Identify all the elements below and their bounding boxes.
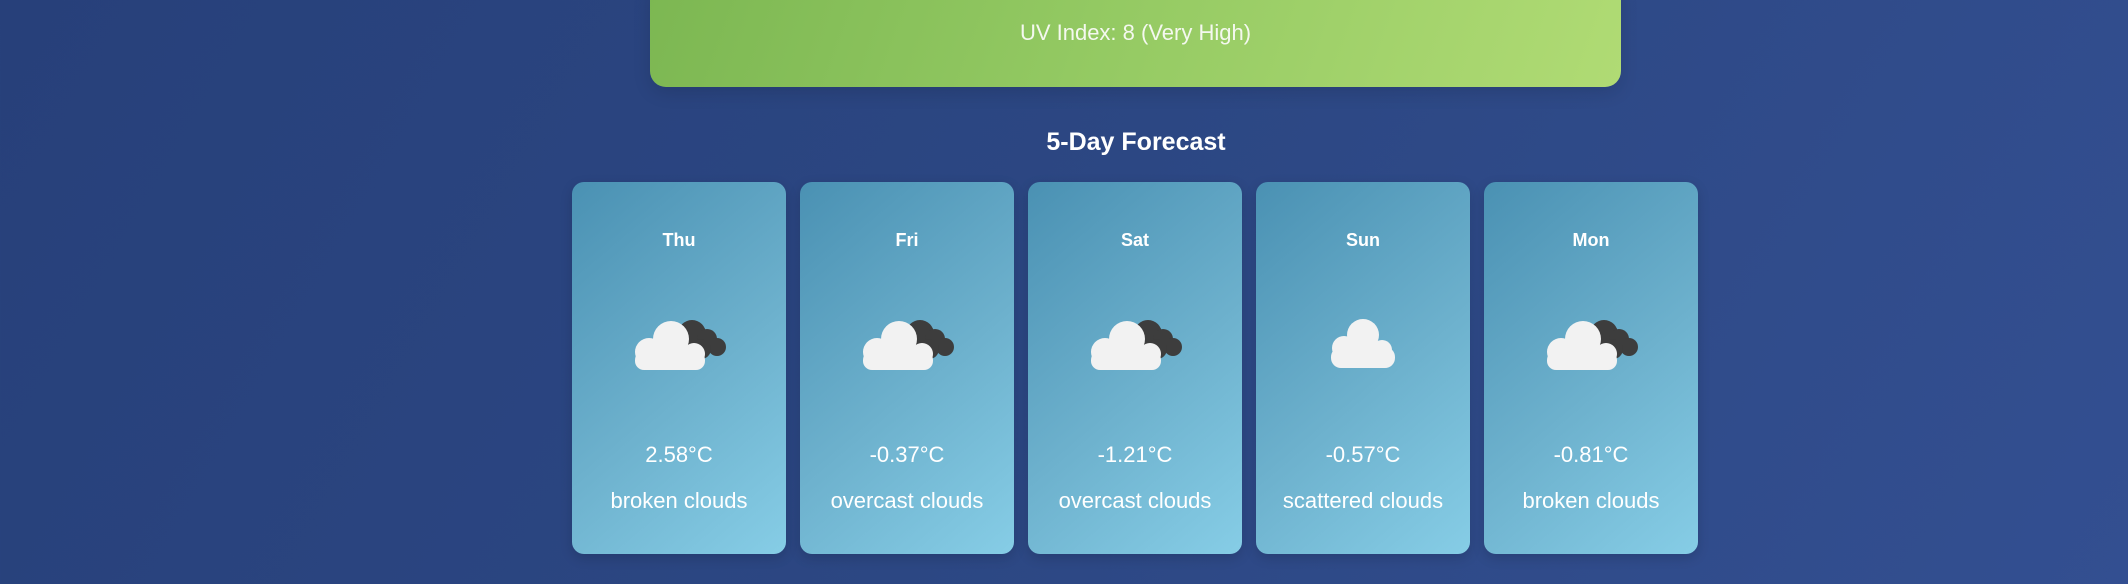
broken-clouds-icon — [635, 320, 726, 370]
forecast-desc: overcast clouds — [1058, 488, 1212, 513]
forecast-day: Fri — [895, 230, 919, 250]
forecast-card-thu: Thu 2.58°C broken clouds — [572, 182, 786, 554]
forecast-desc: broken clouds — [610, 488, 748, 513]
forecast-temp: 2.58°C — [645, 442, 713, 467]
forecast-desc: scattered clouds — [1282, 488, 1444, 513]
overcast-clouds-icon — [1091, 320, 1182, 370]
forecast-cards: Thu 2.58°C broken clouds Fri -0.37°C ove… — [572, 182, 1698, 554]
overcast-clouds-icon — [863, 320, 954, 370]
scattered-clouds-icon — [1331, 319, 1395, 368]
forecast-day: Sat — [1120, 230, 1149, 250]
broken-clouds-icon — [1547, 320, 1638, 370]
forecast-temp: -1.21°C — [1097, 442, 1173, 467]
forecast-card-sat: Sat -1.21°C overcast clouds — [1028, 182, 1242, 554]
forecast-desc: overcast clouds — [830, 488, 984, 513]
forecast-day: Sun — [1346, 230, 1380, 250]
forecast-temp: -0.37°C — [869, 442, 945, 467]
forecast-day: Mon — [1572, 230, 1610, 250]
forecast-temp: -0.57°C — [1325, 442, 1401, 467]
forecast-temp: -0.81°C — [1553, 442, 1629, 467]
forecast-card-fri: Fri -0.37°C overcast clouds — [800, 182, 1014, 554]
forecast-title: 5-Day Forecast — [1046, 128, 1226, 156]
uv-index-text: UV Index: 8 (Very High) — [1019, 20, 1252, 45]
forecast-card-sun: Sun -0.57°C scattered clouds — [1256, 182, 1470, 554]
forecast-desc: broken clouds — [1522, 488, 1660, 513]
uv-index-banner: UV Index: 8 (Very High) — [650, 0, 1621, 87]
forecast-card-mon: Mon -0.81°C broken clouds — [1484, 182, 1698, 554]
forecast-day: Thu — [662, 230, 696, 250]
